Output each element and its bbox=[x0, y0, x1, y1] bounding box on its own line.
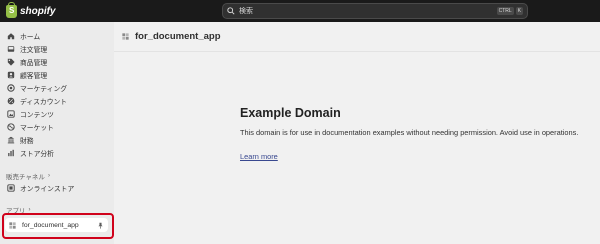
sidebar-item-marketing[interactable]: マーケティング bbox=[4, 82, 110, 94]
sidebar-item-label: マーケティング bbox=[20, 86, 68, 93]
search-placeholder: 検索 bbox=[239, 8, 253, 15]
store-icon bbox=[7, 184, 15, 192]
inbox-icon bbox=[7, 46, 15, 52]
search-bar[interactable]: 検索 CTRL K bbox=[222, 3, 528, 19]
sidebar-item-online-store[interactable]: オンラインストア bbox=[4, 182, 110, 194]
sidebar-item-label: マーケット bbox=[20, 125, 54, 132]
embedded-app-frame: Example Domain This domain is for use in… bbox=[240, 106, 600, 164]
app-grid-icon bbox=[9, 221, 16, 229]
app-grid-icon bbox=[122, 33, 129, 40]
sidebar-item-label: ストア分析 bbox=[20, 151, 54, 158]
pin-icon[interactable] bbox=[97, 222, 104, 229]
sidebar-item-label: 顧客管理 bbox=[20, 73, 48, 80]
sidebar-item-markets[interactable]: マーケット bbox=[4, 121, 110, 133]
home-icon bbox=[7, 33, 15, 40]
brand-name: shopify bbox=[20, 5, 56, 17]
sidebar-item-app[interactable]: for_document_app bbox=[5, 218, 108, 232]
sales-channels-section[interactable]: 販売チャネル › bbox=[6, 171, 50, 181]
sidebar-item-discounts[interactable]: ディスカウント bbox=[4, 95, 110, 107]
tag-icon bbox=[7, 58, 15, 66]
bank-icon bbox=[7, 136, 15, 144]
person-icon bbox=[7, 71, 15, 79]
sidebar-item-label: 財務 bbox=[20, 138, 34, 145]
shortcut-ctrl: CTRL bbox=[496, 7, 514, 15]
target-icon bbox=[7, 84, 15, 92]
sidebar-item-label: オンラインストア bbox=[20, 186, 75, 193]
sidebar-item-orders[interactable]: 注文管理 bbox=[4, 43, 110, 55]
sidebar-item-label: 商品管理 bbox=[20, 60, 48, 67]
shortcut-k: K bbox=[515, 7, 523, 15]
sidebar-item-customers[interactable]: 顧客管理 bbox=[4, 69, 110, 81]
sidebar-item-label: コンテンツ bbox=[20, 112, 54, 119]
sidebar-item-finance[interactable]: 財務 bbox=[4, 134, 110, 146]
sidebar-item-content[interactable]: コンテンツ bbox=[4, 108, 110, 120]
main-content: for_document_app Example Domain This dom… bbox=[114, 22, 600, 244]
page-header: for_document_app bbox=[114, 22, 600, 52]
app-item-label: for_document_app bbox=[22, 221, 79, 229]
globe-icon bbox=[7, 123, 15, 131]
sales-channels-label: 販売チャネル bbox=[6, 174, 45, 181]
content-icon bbox=[7, 110, 15, 118]
chevron-right-icon: › bbox=[47, 173, 50, 179]
sidebar-item-label: ホーム bbox=[20, 34, 41, 41]
discount-icon bbox=[7, 97, 15, 105]
sidebar: ホーム 注文管理 商品管理 顧客管理 マーケティング ディスカウント コンテンツ… bbox=[0, 22, 114, 244]
sidebar-item-label: 注文管理 bbox=[20, 47, 48, 54]
example-heading: Example Domain bbox=[240, 106, 341, 120]
sidebar-item-analytics[interactable]: ストア分析 bbox=[4, 147, 110, 159]
top-bar: shopify 検索 CTRL K bbox=[0, 0, 600, 22]
shopify-bag-icon bbox=[6, 1, 17, 18]
sidebar-item-home[interactable]: ホーム bbox=[4, 30, 110, 42]
chart-icon bbox=[8, 149, 14, 157]
search-icon bbox=[227, 7, 235, 15]
shopify-logo[interactable]: shopify bbox=[6, 1, 56, 19]
sidebar-item-products[interactable]: 商品管理 bbox=[4, 56, 110, 68]
example-body-text: This domain is for use in documentation … bbox=[240, 128, 579, 137]
learn-more-link[interactable]: Learn more bbox=[240, 152, 278, 161]
sidebar-item-label: ディスカウント bbox=[20, 99, 68, 106]
page-title: for_document_app bbox=[135, 31, 221, 42]
